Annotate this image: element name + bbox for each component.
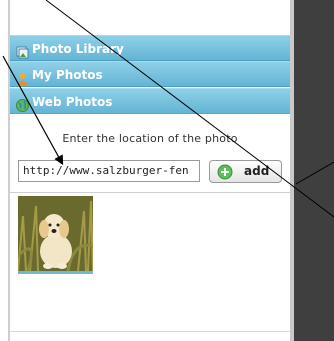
section-header-web-photos[interactable]: Web Photos xyxy=(10,88,290,114)
photo-url-input[interactable]: http://www.salzburger-fen xyxy=(18,160,200,182)
user-icon xyxy=(16,68,29,85)
section-label: Web Photos xyxy=(32,95,113,109)
panel-bottom-line xyxy=(10,331,290,332)
puppy-photo xyxy=(18,196,93,271)
divider xyxy=(10,192,290,193)
add-button[interactable]: add xyxy=(209,160,282,183)
section-label: Photo Library xyxy=(32,42,124,56)
add-button-label: add xyxy=(244,164,270,178)
section-label: My Photos xyxy=(32,68,103,82)
stage-area xyxy=(294,0,334,341)
section-header-my-photos[interactable]: My Photos xyxy=(10,61,290,87)
photo-thumbnail[interactable] xyxy=(18,196,93,274)
photo-panel: Photo Library My Photos Web Photos Enter… xyxy=(10,0,290,341)
section-header-photo-library[interactable]: Photo Library xyxy=(10,35,290,61)
photo-library-icon xyxy=(16,42,29,59)
url-instruction: Enter the location of the photo xyxy=(62,132,238,145)
add-icon xyxy=(217,164,233,180)
globe-icon xyxy=(16,95,29,112)
